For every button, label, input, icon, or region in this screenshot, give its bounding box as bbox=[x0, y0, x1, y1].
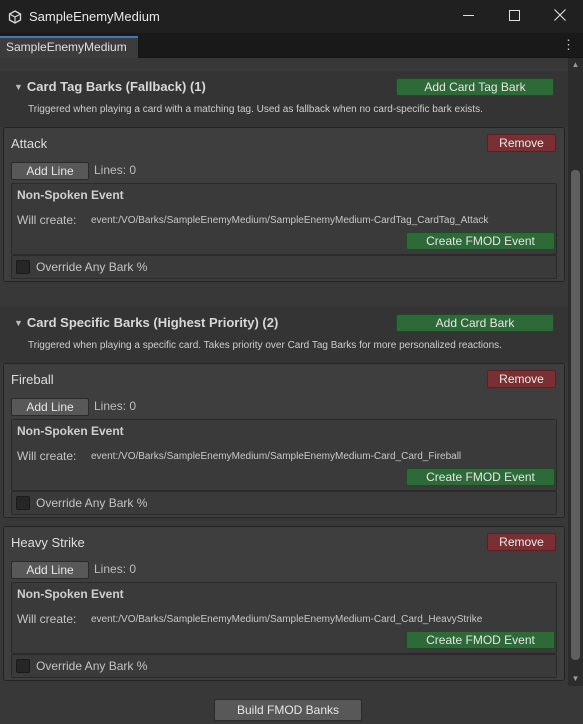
card-tag-item-attack: Attack Remove Add Line Lines: 0 Non-Spok… bbox=[3, 127, 565, 282]
maximize-button[interactable] bbox=[491, 0, 537, 33]
minimize-icon bbox=[462, 8, 474, 26]
card-specific-section-title[interactable]: ▼ Card Specific Barks (Highest Priority) … bbox=[14, 315, 278, 330]
inspector-footer: Build FMOD Banks bbox=[0, 686, 583, 724]
window-title: SampleEnemyMedium bbox=[29, 9, 160, 24]
scroll-up-icon[interactable]: ▲ bbox=[568, 58, 583, 72]
override-row: Override Any Bark % bbox=[11, 654, 557, 678]
create-fmod-event-button[interactable]: Create FMOD Event bbox=[406, 468, 555, 486]
remove-button[interactable]: Remove bbox=[487, 533, 556, 551]
event-title: Non-Spoken Event bbox=[17, 587, 124, 601]
card-item-fireball: Fireball Remove Add Line Lines: 0 Non-Sp… bbox=[3, 363, 565, 518]
card-item-name: Heavy Strike bbox=[11, 535, 85, 550]
editor-tab-bar: SampleEnemyMedium ⋮ bbox=[0, 33, 583, 58]
card-specific-section-description: Triggered when playing a specific card. … bbox=[28, 340, 502, 351]
add-card-tag-bark-button[interactable]: Add Card Tag Bark bbox=[396, 78, 554, 96]
tab-sample-enemy-medium[interactable]: SampleEnemyMedium bbox=[0, 36, 138, 58]
override-checkbox[interactable] bbox=[16, 659, 30, 673]
event-box: Non-Spoken Event Will create: event:/VO/… bbox=[11, 582, 557, 654]
add-line-button[interactable]: Add Line bbox=[11, 398, 89, 416]
event-title: Non-Spoken Event bbox=[17, 188, 124, 202]
card-item-name: Attack bbox=[11, 136, 48, 151]
close-icon bbox=[554, 8, 566, 26]
maximize-icon bbox=[508, 8, 520, 26]
card-item-heavy-strike: Heavy Strike Remove Add Line Lines: 0 No… bbox=[3, 526, 565, 681]
add-line-button[interactable]: Add Line bbox=[11, 561, 89, 579]
create-fmod-event-button[interactable]: Create FMOD Event bbox=[406, 631, 555, 649]
event-title: Non-Spoken Event bbox=[17, 424, 124, 438]
remove-button[interactable]: Remove bbox=[487, 370, 556, 388]
window-titlebar: SampleEnemyMedium bbox=[0, 0, 583, 33]
will-create-label: Will create: bbox=[17, 612, 77, 626]
unity-app-icon bbox=[7, 9, 23, 25]
close-button[interactable] bbox=[537, 0, 583, 33]
will-create-label: Will create: bbox=[17, 449, 77, 463]
event-path: event:/VO/Barks/SampleEnemyMedium/Sample… bbox=[91, 215, 489, 226]
override-label: Override Any Bark % bbox=[36, 496, 148, 510]
remove-button[interactable]: Remove bbox=[487, 134, 556, 152]
add-card-bark-button[interactable]: Add Card Bark bbox=[396, 314, 554, 332]
card-tag-section-header: ▼ Card Tag Barks (Fallback) (1) Add Card … bbox=[0, 71, 568, 127]
event-path: event:/VO/Barks/SampleEnemyMedium/Sample… bbox=[91, 614, 483, 625]
foldout-triangle-icon[interactable]: ▼ bbox=[14, 318, 23, 328]
kebab-menu-icon[interactable]: ⋮ bbox=[562, 37, 575, 53]
build-fmod-banks-button[interactable]: Build FMOD Banks bbox=[214, 699, 362, 721]
minimize-button[interactable] bbox=[445, 0, 491, 33]
override-checkbox[interactable] bbox=[16, 260, 30, 274]
card-tag-section-description: Triggered when playing a card with a mat… bbox=[28, 104, 483, 115]
will-create-label: Will create: bbox=[17, 213, 77, 227]
foldout-triangle-icon[interactable]: ▼ bbox=[14, 82, 23, 92]
card-tag-section-title[interactable]: ▼ Card Tag Barks (Fallback) (1) bbox=[14, 79, 206, 94]
event-box: Non-Spoken Event Will create: event:/VO/… bbox=[11, 419, 557, 491]
create-fmod-event-button[interactable]: Create FMOD Event bbox=[406, 232, 555, 250]
card-specific-section-header: ▼ Card Specific Barks (Highest Priority) … bbox=[0, 307, 568, 363]
override-row: Override Any Bark % bbox=[11, 491, 557, 515]
override-row: Override Any Bark % bbox=[11, 255, 557, 279]
lines-count: Lines: 0 bbox=[94, 163, 137, 177]
override-label: Override Any Bark % bbox=[36, 659, 148, 673]
lines-count: Lines: 0 bbox=[94, 399, 137, 413]
add-line-button[interactable]: Add Line bbox=[11, 162, 89, 180]
vertical-scrollbar[interactable]: ▲ ▼ bbox=[568, 58, 583, 686]
event-box: Non-Spoken Event Will create: event:/VO/… bbox=[11, 183, 557, 255]
inspector-content[interactable]: ▼ Card Tag Barks (Fallback) (1) Add Card … bbox=[0, 58, 583, 686]
lines-count: Lines: 0 bbox=[94, 562, 137, 576]
override-label: Override Any Bark % bbox=[36, 260, 148, 274]
card-item-name: Fireball bbox=[11, 372, 54, 387]
scroll-down-icon[interactable]: ▼ bbox=[568, 672, 583, 686]
event-path: event:/VO/Barks/SampleEnemyMedium/Sample… bbox=[91, 451, 462, 462]
override-checkbox[interactable] bbox=[16, 496, 30, 510]
scrollbar-thumb[interactable] bbox=[571, 170, 580, 660]
